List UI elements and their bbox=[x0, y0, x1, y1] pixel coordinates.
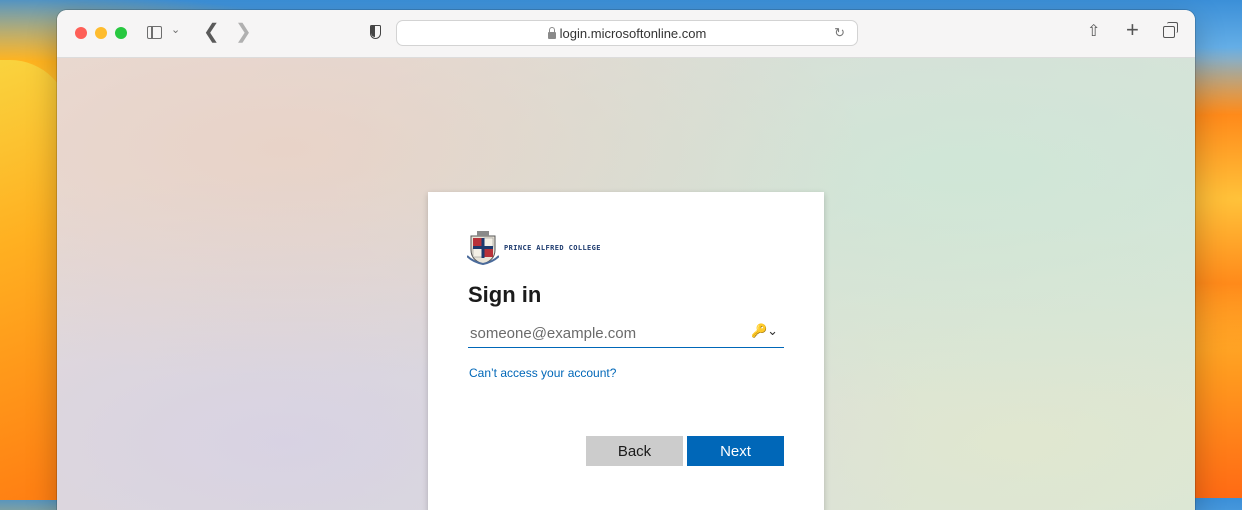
crest-icon bbox=[467, 231, 499, 266]
signin-card: PRINCE ALFRED COLLEGE Sign in 🔑⌄ Can’t a… bbox=[428, 192, 824, 510]
minimize-window-button[interactable] bbox=[95, 27, 107, 39]
org-logo: PRINCE ALFRED COLLEGE bbox=[467, 230, 601, 266]
org-name: PRINCE ALFRED COLLEGE bbox=[504, 244, 601, 252]
share-icon[interactable]: ⇧ bbox=[1087, 21, 1100, 41]
cant-access-account-link[interactable]: Can’t access your account? bbox=[469, 366, 616, 380]
chevron-down-icon[interactable]: ⌄ bbox=[171, 23, 180, 36]
email-field[interactable] bbox=[468, 320, 784, 348]
address-text: login.microsoftonline.com bbox=[397, 26, 857, 41]
lock-icon bbox=[547, 27, 556, 39]
privacy-shield-icon[interactable] bbox=[370, 25, 381, 39]
back-button[interactable]: Back bbox=[586, 436, 683, 466]
sidebar-icon[interactable] bbox=[147, 26, 162, 39]
reload-icon[interactable]: ↻ bbox=[834, 25, 845, 41]
back-icon[interactable]: ❮ bbox=[203, 19, 220, 44]
page-title: Sign in bbox=[468, 282, 542, 307]
next-button[interactable]: Next bbox=[687, 436, 784, 466]
password-key-icon[interactable]: 🔑⌄ bbox=[751, 323, 778, 339]
zoom-window-button[interactable] bbox=[115, 27, 127, 39]
close-window-button[interactable] bbox=[75, 27, 87, 39]
safari-window: ⌄ ❮ ❯ login.microsoftonline.com ↻ ⇧ + PR… bbox=[57, 10, 1195, 510]
tab-overview-icon[interactable] bbox=[1163, 22, 1178, 38]
forward-icon[interactable]: ❯ bbox=[235, 19, 252, 44]
url-text: login.microsoftonline.com bbox=[559, 26, 707, 41]
browser-toolbar: ⌄ ❮ ❯ login.microsoftonline.com ↻ ⇧ + bbox=[57, 10, 1195, 58]
page-background: PRINCE ALFRED COLLEGE Sign in 🔑⌄ Can’t a… bbox=[57, 58, 1195, 510]
address-bar[interactable]: login.microsoftonline.com ↻ bbox=[396, 20, 858, 46]
new-tab-icon[interactable]: + bbox=[1126, 17, 1139, 43]
